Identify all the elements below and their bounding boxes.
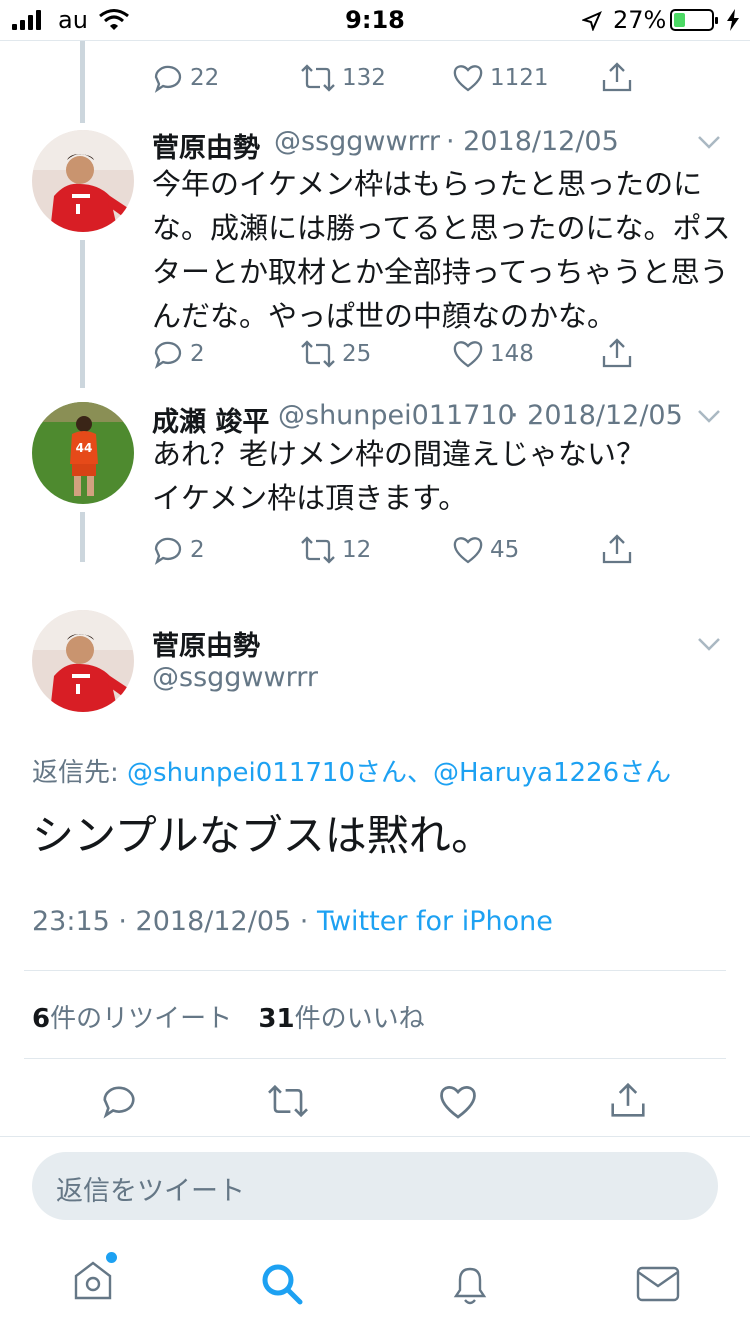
reply-icon xyxy=(154,537,182,565)
retweet-icon[interactable] xyxy=(266,1082,310,1120)
battery-icon xyxy=(670,9,718,31)
tweet-actions: 22 132 1121 xyxy=(152,60,642,100)
tweet-actions: 2 25 148 xyxy=(152,336,642,376)
share-icon xyxy=(602,338,632,368)
avatar[interactable]: 44 xyxy=(32,402,134,504)
tab-bar xyxy=(0,1240,750,1334)
retweet-icon xyxy=(301,64,335,92)
share-icon[interactable] xyxy=(608,1080,648,1120)
retweet-button[interactable]: 25 xyxy=(300,338,371,370)
author-handle: @ssggwwrrr xyxy=(152,662,318,693)
tweet-timestamp-line: 23:15 · 2018/12/05 · Twitter for iPhone xyxy=(32,906,553,937)
reply-count: 2 xyxy=(190,341,205,367)
reply-button[interactable]: 2 xyxy=(152,534,205,566)
thread-tweet[interactable]: 菅原由勢 @ssggwwrrr · 2018/12/05 今年のイケメン枠はもら… xyxy=(0,110,750,390)
charging-icon xyxy=(727,9,739,31)
retweet-total: 6 xyxy=(32,1004,51,1034)
messages-icon xyxy=(636,1266,680,1302)
notifications-icon xyxy=(453,1267,487,1305)
share-button[interactable] xyxy=(600,60,634,94)
retweets-stat[interactable]: 6件のリツイート xyxy=(32,1004,240,1034)
status-bar: au 9:18 27% xyxy=(0,0,750,40)
retweet-icon xyxy=(301,340,335,368)
tweet-actions: 2 12 45 xyxy=(152,532,642,572)
svg-text:44: 44 xyxy=(76,441,93,455)
share-icon xyxy=(602,534,632,564)
reply-count: 2 xyxy=(190,537,205,563)
tab-home[interactable] xyxy=(68,1252,118,1304)
retweet-count: 132 xyxy=(342,65,386,91)
reply-to-label: 返信先: xyxy=(32,758,119,788)
author-handle: @shunpei011710 xyxy=(278,400,515,431)
engagement-stats: 6件のリツイート 31件のいいね xyxy=(32,998,425,1035)
tweet-timestamp: 23:15 · 2018/12/05 · xyxy=(32,906,309,937)
author-name: 菅原由勢 xyxy=(152,133,260,164)
like-count: 148 xyxy=(490,341,534,367)
retweet-icon xyxy=(301,536,335,564)
avatar[interactable] xyxy=(32,610,134,712)
avatar[interactable] xyxy=(32,130,134,232)
main-tweet-text: シンプルなブスは黙れ。 xyxy=(32,811,494,860)
new-tweets-dot xyxy=(106,1252,117,1263)
tweet-date: · 2018/12/05 xyxy=(510,400,683,431)
chevron-down-icon[interactable] xyxy=(696,132,722,152)
reply-icon xyxy=(154,341,182,369)
tweet-text: あれ？老けメン枠の間違えじゃない？ イケメン枠は頂きます。 xyxy=(152,437,646,515)
heart-icon[interactable] xyxy=(438,1082,478,1122)
search-icon xyxy=(262,1264,303,1305)
chevron-down-icon[interactable] xyxy=(696,634,722,654)
share-button[interactable] xyxy=(600,532,634,566)
reply-icon[interactable] xyxy=(100,1082,138,1120)
share-button[interactable] xyxy=(600,336,634,370)
reply-to-users[interactable]: @shunpei011710さん、@Haruya1226さん xyxy=(127,758,671,788)
reply-count: 22 xyxy=(190,65,220,91)
reply-icon xyxy=(154,65,182,93)
like-total-label: 件のいいね xyxy=(294,1004,425,1034)
thread-tweet[interactable]: 44 成瀬 竣平 @shunpei011710 · 2018/12/05 あれ？… xyxy=(0,390,750,590)
retweet-button[interactable]: 132 xyxy=(300,62,386,94)
heart-icon xyxy=(453,65,483,92)
location-arrow-icon xyxy=(582,11,602,31)
main-tweet: 菅原由勢 @ssggwwrrr 返信先: @shunpei011710さん、@H… xyxy=(0,600,750,970)
author-handle: @ssggwwrrr xyxy=(274,126,440,157)
reply-to-line: 返信先: @shunpei011710さん、@Haruya1226さん xyxy=(32,752,671,789)
main-tweet-actions xyxy=(0,1078,750,1128)
retweet-count: 12 xyxy=(342,537,372,563)
tweet-date: · 2018/12/05 xyxy=(446,126,619,157)
retweet-count: 25 xyxy=(342,341,372,367)
author-name: 菅原由勢 xyxy=(152,631,260,662)
heart-icon xyxy=(453,537,483,564)
like-button[interactable]: 1121 xyxy=(452,62,549,94)
tweet-text: 今年のイケメン枠はもらったと思ったのに な。成瀬には勝ってると思ったのにな。ポス… xyxy=(152,167,731,333)
reply-button[interactable]: 2 xyxy=(152,338,205,370)
retweet-total-label: 件のリツイート xyxy=(50,1004,233,1034)
reply-button[interactable]: 22 xyxy=(152,62,219,94)
reply-input[interactable]: 返信をツイート xyxy=(32,1152,718,1220)
battery-percent: 27% xyxy=(613,6,667,34)
like-count: 45 xyxy=(490,537,520,563)
tab-notifications[interactable] xyxy=(446,1260,494,1312)
like-count: 1121 xyxy=(490,65,549,91)
like-button[interactable]: 148 xyxy=(452,338,534,370)
like-button[interactable]: 45 xyxy=(452,534,519,566)
tweet-source-link[interactable]: Twitter for iPhone xyxy=(317,906,553,937)
chevron-down-icon[interactable] xyxy=(696,406,722,426)
like-total: 31 xyxy=(258,1004,295,1034)
reply-placeholder: 返信をツイート xyxy=(56,1176,245,1207)
tab-messages[interactable] xyxy=(634,1262,682,1310)
retweet-button[interactable]: 12 xyxy=(300,534,371,566)
share-icon xyxy=(602,62,632,92)
likes-stat[interactable]: 31件のいいね xyxy=(258,1004,424,1034)
tab-search[interactable] xyxy=(258,1260,306,1312)
heart-icon xyxy=(453,341,483,368)
